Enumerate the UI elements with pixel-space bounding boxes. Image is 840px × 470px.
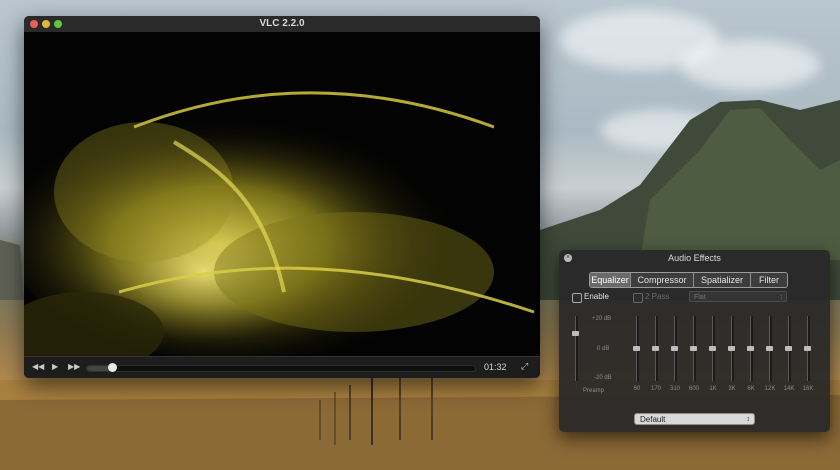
band-slider-thumb[interactable] [766,346,773,351]
visualization-image [24,32,540,356]
panel-title: Audio Effects [668,253,721,263]
band-label: 3K [728,386,736,392]
preamp-slider[interactable] [575,316,578,381]
chevron-updown-icon: ↕ [779,294,784,301]
band-label: 6K [747,386,755,392]
band-slider-thumb[interactable] [804,346,811,351]
band-label: 16K [802,386,814,392]
effects-tabs: Equalizer Compressor Spatializer Filter [589,272,788,288]
profile-dropdown[interactable]: Default ↕ [634,413,755,425]
band-slider-thumb[interactable] [671,346,678,351]
db-label-top: +20 dB [592,316,612,322]
playback-controls: ◀◀ ▶ ▶▶ 01:32 ⤢ [24,356,540,378]
profile-value: Default [640,415,666,424]
chevron-updown-icon: ↕ [746,416,751,423]
elapsed-time: 01:32 [484,362,507,372]
band-slider-thumb[interactable] [690,346,697,351]
seek-bar[interactable] [86,363,476,372]
tab-equalizer[interactable]: Equalizer [590,273,631,287]
rewind-icon[interactable]: ◀◀ [32,361,44,373]
enable-label: Enable [584,292,609,301]
tab-compressor[interactable]: Compressor [631,273,694,287]
band-slider-thumb[interactable] [709,346,716,351]
video-area[interactable] [24,32,540,356]
seek-bar-handle[interactable] [108,363,118,372]
enable-checkbox[interactable] [572,293,582,303]
window-title: VLC 2.2.0 [259,18,305,29]
band-slider-thumb[interactable] [785,346,792,351]
band-label: 60 [633,386,641,392]
band-label: 12K [764,386,776,392]
band-label: 310 [669,386,680,392]
band-label: 600 [688,386,699,392]
fullscreen-icon[interactable]: ⤢ [521,361,528,372]
preamp-slider-thumb[interactable] [572,331,579,336]
band-slider-thumb[interactable] [652,346,659,351]
tab-filter[interactable]: Filter [751,273,787,287]
two-pass-checkbox[interactable] [633,293,643,303]
band-slider-thumb[interactable] [633,346,640,351]
fast-forward-icon[interactable]: ▶▶ [68,361,80,373]
vlc-window: VLC 2.2.0 ◀◀ ▶ ▶▶ 01:32 ⤢ [24,16,540,378]
band-label: 1K [709,386,717,392]
band-label: 14K [783,386,795,392]
preset-value: Flat [694,294,706,301]
db-label-bottom: -20 dB [594,375,612,381]
db-label-mid: 0 dB [597,346,610,352]
two-pass-label: 2 Pass [645,292,670,301]
preamp-label: Preamp [583,388,605,394]
band-slider-thumb[interactable] [728,346,735,351]
preset-dropdown[interactable]: Flat ↕ [689,291,787,302]
audio-effects-panel: × Audio Effects Equalizer Compressor Spa… [559,250,830,432]
band-label: 170 [650,386,661,392]
play-icon[interactable]: ▶ [52,361,58,373]
tab-spatializer[interactable]: Spatializer [694,273,751,287]
window-titlebar[interactable]: VLC 2.2.0 [24,16,540,32]
band-slider-thumb[interactable] [747,346,754,351]
